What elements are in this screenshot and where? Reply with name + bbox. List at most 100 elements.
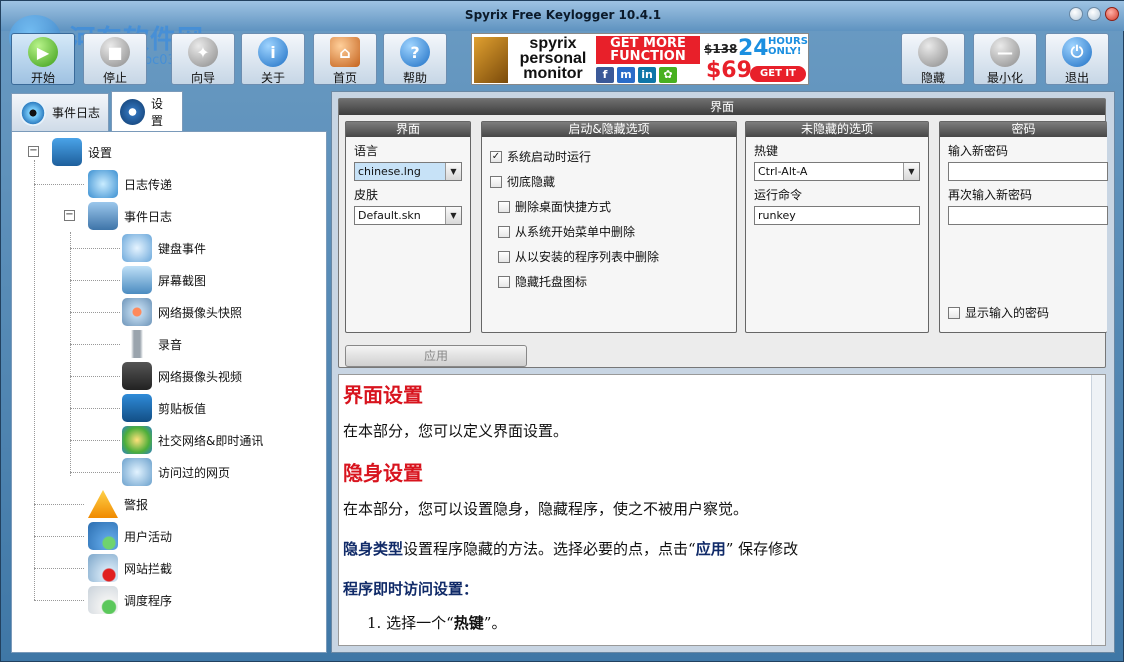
tree-item-visited-pages[interactable]: 访问过的网页: [122, 458, 230, 486]
tree-item-webcam-video[interactable]: 网络摄像头视频: [122, 362, 242, 390]
clipboard-icon: [122, 394, 152, 422]
tree-item-user-activity[interactable]: 用户活动: [88, 522, 172, 550]
tab-event-log[interactable]: 事件日志: [11, 93, 109, 131]
help-content: 界面设置 在本部分，您可以定义界面设置。 隐身设置 在本部分，您可以设置隐身，隐…: [343, 383, 1083, 633]
minimize-icon: —: [990, 37, 1020, 67]
webcam-icon: [122, 298, 152, 326]
new-password-input[interactable]: [948, 162, 1108, 181]
minimize-button[interactable]: — 最小化: [973, 33, 1037, 85]
tree-item-label: 事件日志: [124, 209, 173, 224]
globe-icon: [122, 458, 152, 486]
tree-item-label: 用户活动: [124, 529, 173, 544]
tree-item-log-delivery[interactable]: 日志传递: [88, 170, 172, 198]
tree-line: [70, 376, 120, 377]
help-window-button[interactable]: [1069, 7, 1083, 21]
tree-item-label: 日志传递: [124, 177, 173, 192]
group-startup-title: 启动&隐藏选项: [482, 122, 736, 137]
tree-item-website-blocking[interactable]: 网站拦截: [88, 554, 172, 582]
linkedin-icon[interactable]: in: [638, 67, 656, 83]
remove-start-menu-checkbox[interactable]: 从系统开始菜单中删除: [498, 223, 635, 240]
window-controls: [1069, 7, 1119, 21]
hide-button[interactable]: 隐藏: [901, 33, 965, 85]
tree-event-log-collapse-toggle[interactable]: −: [64, 210, 75, 221]
skin-select[interactable]: Default.skn ▼: [354, 206, 462, 225]
chevron-down-icon: ▼: [445, 207, 461, 224]
stop-button-label: 停止: [102, 71, 127, 85]
tree-item-clipboard[interactable]: 剪贴板值: [122, 394, 206, 422]
ad-old-price: $138: [704, 42, 738, 56]
exit-button[interactable]: ⏻ 退出: [1045, 33, 1109, 85]
run-command-input[interactable]: runkey: [754, 206, 920, 225]
apply-button[interactable]: 应用: [345, 345, 527, 367]
language-select[interactable]: chinese.lng ▼: [354, 162, 462, 181]
tree-line: [34, 160, 35, 600]
chevron-down-icon: ▼: [445, 163, 461, 180]
help-scrollbar[interactable]: [1091, 375, 1105, 645]
close-window-button[interactable]: [1105, 7, 1119, 21]
wizard-button[interactable]: ✦ 向导: [171, 33, 235, 85]
tree-item-label: 网络摄像头快照: [158, 305, 243, 320]
settings-tools-icon: [52, 138, 82, 166]
help-text: ”。: [483, 614, 507, 632]
myspace-icon[interactable]: m: [617, 67, 635, 83]
remove-desktop-shortcut-checkbox[interactable]: 删除桌面快捷方式: [498, 198, 611, 215]
stop-icon: ■: [100, 37, 130, 67]
full-hide-checkbox[interactable]: 彻底隐藏: [490, 173, 555, 190]
checkbox-icon: [498, 225, 510, 238]
show-password-checkbox[interactable]: 显示输入的密码: [948, 304, 1049, 321]
tree-line: [70, 280, 120, 281]
tree-root-collapse-toggle[interactable]: −: [28, 146, 39, 157]
tree-item-label: 警报: [124, 497, 149, 512]
tree-item-social-im[interactable]: 社交网络&即时通讯: [122, 426, 263, 454]
warning-icon: [88, 490, 118, 518]
tree-item-keyboard-events[interactable]: 键盘事件: [122, 234, 206, 262]
tree-item-scheduler[interactable]: 调度程序: [88, 586, 172, 614]
icq-icon[interactable]: ✿: [659, 67, 677, 83]
help-button[interactable]: ? 帮助: [383, 33, 447, 85]
group-unhide-options: 未隐藏的选项 热键 Ctrl-Alt-A ▼ 运行命令 runkey: [745, 121, 929, 333]
help-heading-interface: 界面设置: [343, 383, 423, 407]
tree-item-label: 设置: [88, 145, 113, 160]
tree-item-label: 社交网络&即时通讯: [158, 433, 264, 448]
help-subheading: 程序即时访问设置：: [343, 580, 479, 598]
tree-line: [34, 184, 84, 185]
facebook-icon[interactable]: f: [596, 67, 614, 83]
home-button[interactable]: ⌂ 首页: [313, 33, 377, 85]
tree-item-settings[interactable]: 设置: [52, 138, 112, 166]
ad-get-it-button[interactable]: GET IT >>: [750, 66, 806, 82]
tab-settings[interactable]: 设置: [111, 91, 183, 132]
ad-social-icons: f m in ✿: [596, 67, 677, 83]
power-icon: ⏻: [1062, 37, 1092, 67]
stop-button[interactable]: ■ 停止: [83, 33, 147, 85]
tree-line: [70, 312, 120, 313]
hide-tray-icon-checkbox[interactable]: 隐藏托盘图标: [498, 273, 587, 290]
hotkey-select[interactable]: Ctrl-Alt-A ▼: [754, 162, 920, 181]
interface-settings-panel: 界面 界面 语言 chinese.lng ▼ 皮肤 Default.skn ▼ …: [338, 98, 1108, 368]
tree-item-alerts[interactable]: 警报: [88, 490, 148, 518]
tree-item-audio-recording[interactable]: 录音: [122, 330, 182, 358]
checkbox-label: 彻底隐藏: [507, 175, 556, 189]
wand-icon: ✦: [188, 37, 218, 67]
tree-item-event-log[interactable]: 事件日志: [88, 202, 172, 230]
tree-line: [34, 536, 84, 537]
exit-button-label: 退出: [1064, 71, 1089, 85]
run-on-startup-checkbox[interactable]: ✓ 系统启动时运行: [490, 148, 591, 165]
tree-item-webcam-snapshot[interactable]: 网络摄像头快照: [122, 298, 242, 326]
wizard-button-label: 向导: [190, 71, 215, 85]
repeat-password-input[interactable]: [948, 206, 1108, 225]
checkbox-label: 删除桌面快捷方式: [515, 200, 612, 214]
remove-installed-list-checkbox[interactable]: 从以安装的程序列表中删除: [498, 248, 659, 265]
title-bar[interactable]: 河东软件网 www.pc0359.cn Spyrix Free Keylogge…: [1, 1, 1124, 68]
minimize-window-button[interactable]: [1087, 7, 1101, 21]
monitor-icon: [122, 266, 152, 294]
tree-line: [70, 472, 120, 473]
help-bold-term: 热键: [453, 614, 484, 632]
ad-price: $69: [706, 58, 752, 83]
help-text: ” 保存修改: [725, 540, 799, 558]
about-button[interactable]: i 关于: [241, 33, 305, 85]
ad-banner[interactable]: spyrix personal monitor GET MORE FUNCTIO…: [471, 33, 809, 85]
tree-item-screenshots[interactable]: 屏幕截图: [122, 266, 206, 294]
checkbox-icon: [498, 275, 510, 288]
start-button[interactable]: ▶ 开始: [11, 33, 75, 85]
hotkey-label: 热键: [754, 144, 779, 158]
